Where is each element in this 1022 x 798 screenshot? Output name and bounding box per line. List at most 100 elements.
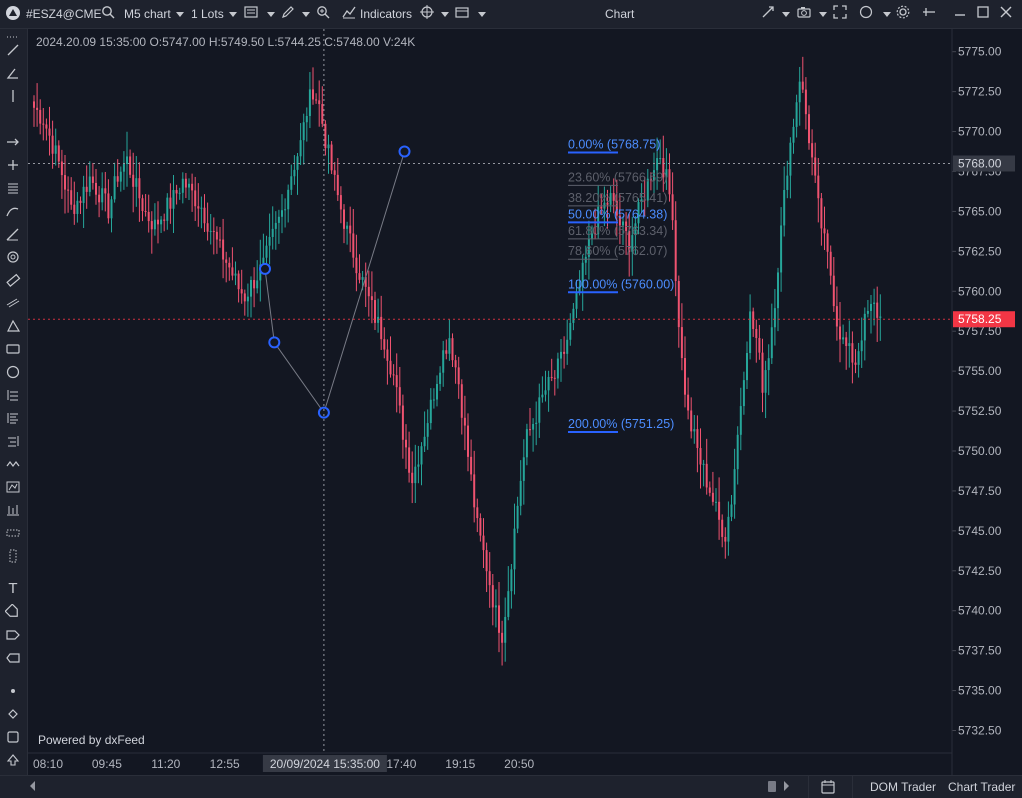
candle-body: [135, 178, 138, 187]
candle-body: [708, 487, 711, 493]
time-axis: 08:1009:4511:2012:5514:3017:4019:1520:50: [28, 752, 952, 771]
candle-body: [82, 186, 85, 203]
candle-body: [457, 367, 460, 385]
candle-body: [808, 114, 810, 144]
candle-body: [33, 101, 35, 108]
candle-body: [817, 175, 820, 199]
candle-body: [355, 257, 358, 274]
price-tick-label: 5775.00: [958, 45, 1002, 59]
price-chart[interactable]: 0.00% (5768.75) 23.60% (5766.69) 38.20% (5…: [0, 0, 1022, 775]
candle-body: [417, 464, 420, 467]
candle-body: [95, 182, 97, 195]
candle-body: [873, 302, 876, 304]
candle-body: [175, 190, 178, 194]
candle-body: [126, 156, 128, 164]
candle-body: [432, 399, 435, 401]
candle-body: [54, 145, 57, 154]
candle-body: [330, 144, 333, 171]
candle-body: [463, 417, 466, 426]
candle-body: [138, 178, 141, 199]
candle-body: [225, 259, 228, 263]
candle-body: [197, 206, 200, 209]
candle-body: [212, 230, 215, 232]
candle-body: [485, 550, 488, 572]
candle-body: [367, 286, 370, 297]
candle-body: [281, 210, 283, 217]
candle-body: [680, 327, 683, 359]
candle-body: [572, 308, 575, 323]
candle-body: [110, 199, 113, 219]
candle-body: [501, 632, 504, 643]
candle-body: [246, 296, 249, 302]
candle-body: [507, 591, 510, 617]
candle-body: [845, 337, 848, 347]
candle-body: [482, 535, 485, 551]
candle-body: [879, 316, 882, 318]
candle-body: [271, 228, 274, 238]
candle-body: [265, 245, 268, 258]
candle-body: [699, 447, 702, 465]
candle-body: [761, 352, 764, 393]
chart-trader-button[interactable]: Chart Trader: [948, 780, 1015, 794]
candle-body: [535, 422, 538, 425]
candle-body: [333, 170, 336, 175]
calendar-icon[interactable]: [820, 779, 836, 798]
candle-body: [721, 519, 724, 537]
candle-body: [166, 197, 169, 221]
candle-body: [57, 145, 60, 162]
candle-body: [70, 190, 73, 205]
candle-body: [727, 516, 730, 542]
scrollbar-thumb[interactable]: [768, 781, 776, 792]
candle-body: [690, 410, 693, 432]
candle-body: [104, 188, 107, 194]
candle-body: [67, 189, 70, 191]
dom-trader-button[interactable]: DOM Trader: [870, 780, 936, 794]
scroll-left-icon[interactable]: [30, 781, 35, 791]
price-tick-label: 5755.00: [958, 364, 1002, 378]
candle-body: [312, 89, 314, 100]
candle-body: [153, 219, 156, 230]
candle-body: [566, 339, 569, 354]
fib-level-label: 38.20% (5765.41): [568, 191, 667, 205]
candle-body: [243, 293, 246, 302]
crosshair-time-label: 20/09/2024 15:35:00: [270, 757, 380, 771]
candle-body: [684, 358, 686, 395]
candle-body: [473, 474, 476, 508]
fib-level-label: 61.80% (5763.34): [568, 224, 667, 238]
candle-body: [172, 190, 175, 209]
drawing-anchor-point: [268, 336, 281, 349]
fib-level-label: 78.60% (5762.07): [568, 244, 667, 258]
candle-body: [795, 102, 798, 127]
candle-body: [811, 143, 814, 158]
candle-body: [563, 351, 566, 354]
candle-body: [392, 374, 395, 376]
candle-body: [194, 190, 197, 207]
candle-body: [513, 528, 516, 570]
candle-body: [724, 536, 727, 542]
chart-overlays: 5768.00 20/09/2024 15:35:00 5758.25: [28, 29, 1015, 772]
candle-body: [383, 339, 386, 350]
candle-body: [842, 337, 845, 340]
candle-body: [835, 306, 838, 327]
candle-body: [860, 340, 863, 352]
price-tick-label: 5750.00: [958, 444, 1002, 458]
candle-body: [448, 338, 451, 354]
candle-body: [445, 350, 448, 354]
crosshair-price-label: 5768.00: [958, 156, 1002, 170]
candle-body: [839, 326, 841, 340]
price-axis: 5775.005772.505770.005767.505765.005762.…: [951, 29, 1002, 775]
candle-body: [327, 144, 330, 149]
time-tick-label: 20:50: [504, 757, 534, 771]
candle-body: [792, 126, 795, 143]
scroll-right-icon[interactable]: [784, 781, 789, 791]
price-tick-label: 5762.50: [958, 244, 1002, 258]
candle-body: [854, 362, 857, 365]
candle-body: [439, 372, 442, 384]
candle-body: [504, 616, 507, 643]
candle-body: [324, 123, 327, 149]
candle-body: [377, 316, 380, 323]
candle-body: [321, 104, 324, 124]
candle-body: [718, 501, 721, 520]
candle-body: [339, 195, 342, 210]
candle-body: [541, 394, 544, 398]
